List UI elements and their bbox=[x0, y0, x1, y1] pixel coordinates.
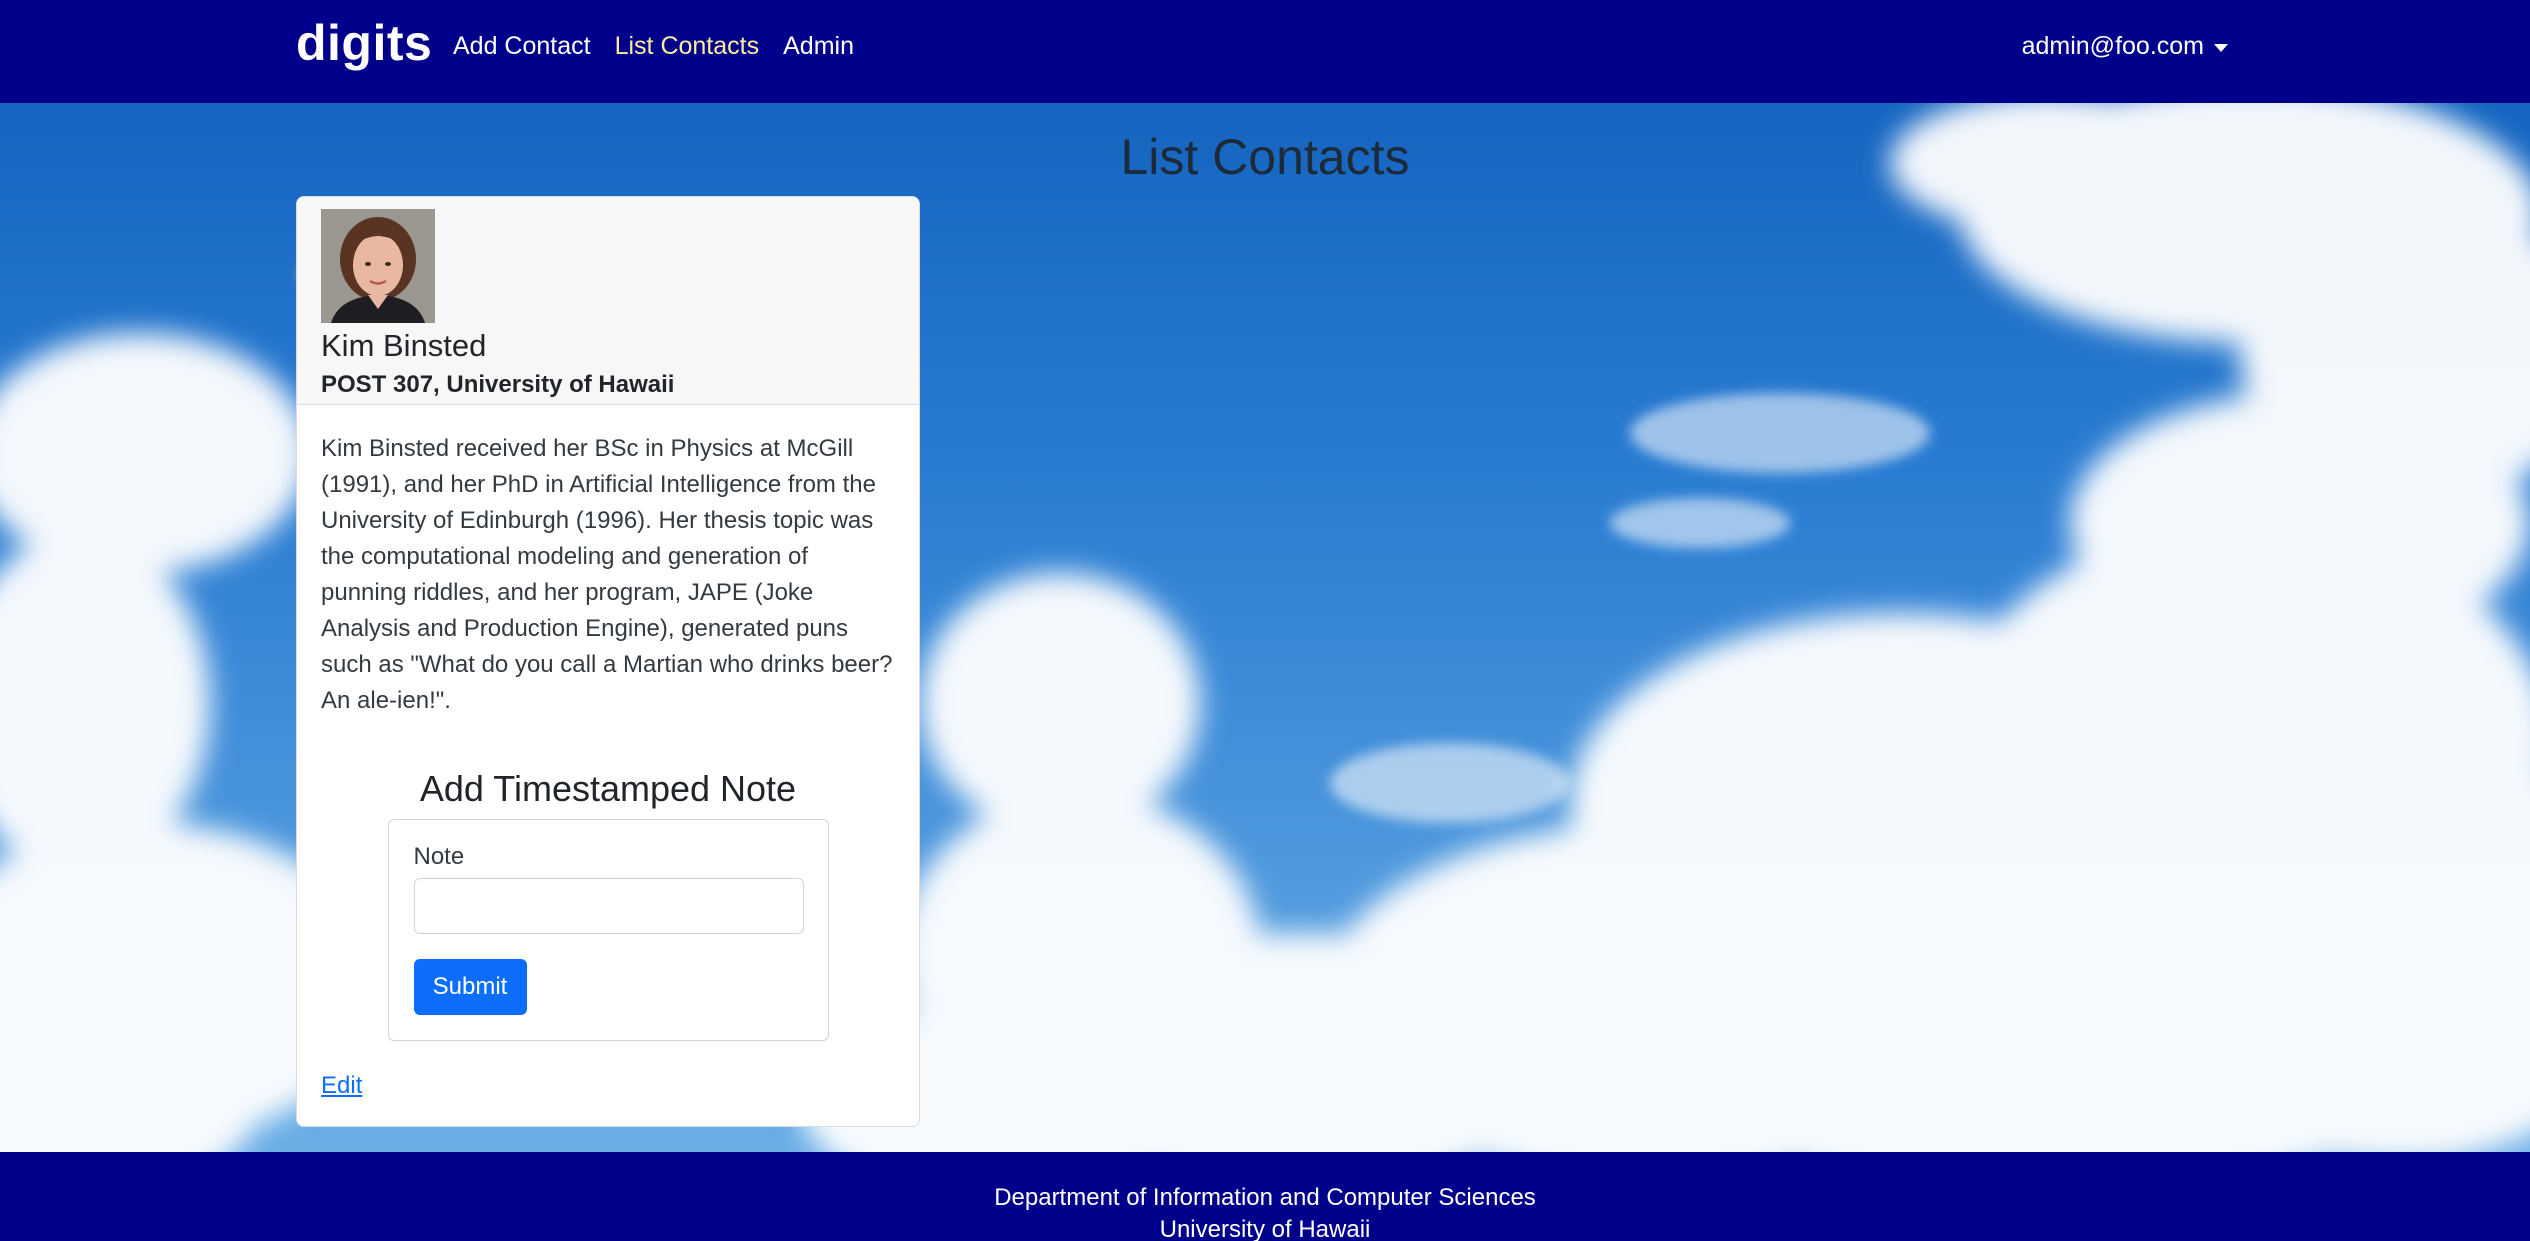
contact-name: Kim Binsted bbox=[321, 328, 487, 363]
contact-card: Kim Binsted POST 307, University of Hawa… bbox=[296, 196, 920, 1127]
contact-avatar bbox=[321, 209, 435, 323]
add-note-title: Add Timestamped Note bbox=[419, 768, 797, 809]
footer-department: Department of Information and Computer S… bbox=[994, 1184, 1536, 1211]
page-title: List Contacts bbox=[1120, 129, 1410, 185]
nav-link-add-contact[interactable]: Add Contact bbox=[453, 32, 591, 61]
nav-link-admin[interactable]: Admin bbox=[783, 32, 854, 61]
user-dropdown[interactable]: admin@foo.com bbox=[2022, 32, 2228, 61]
note-input[interactable] bbox=[413, 878, 804, 934]
add-note-section: Add Timestamped Note Note Submit bbox=[321, 767, 895, 1041]
portrait-image bbox=[321, 209, 435, 323]
submit-button[interactable]: Submit bbox=[413, 959, 527, 1015]
footer: Department of Information and Computer S… bbox=[0, 1152, 2530, 1241]
contact-description: Kim Binsted received her BSc in Physics … bbox=[321, 435, 893, 714]
add-note-form: Note Submit bbox=[387, 819, 829, 1041]
nav-links: Add Contact List Contacts Admin bbox=[453, 32, 854, 61]
top-navbar: digits Add Contact List Contacts Admin a… bbox=[0, 0, 2530, 103]
card-header: Kim Binsted POST 307, University of Hawa… bbox=[297, 197, 919, 405]
note-label: Note bbox=[413, 843, 465, 870]
nav-link-list-contacts[interactable]: List Contacts bbox=[615, 32, 760, 61]
caret-down-icon bbox=[2214, 43, 2228, 52]
edit-link[interactable]: Edit bbox=[321, 1072, 362, 1100]
card-body: Kim Binsted received her BSc in Physics … bbox=[297, 405, 919, 1041]
user-email: admin@foo.com bbox=[2021, 32, 2204, 60]
brand-logo[interactable]: digits bbox=[296, 14, 432, 72]
footer-university: University of Hawaii bbox=[1159, 1216, 1371, 1241]
contact-address: POST 307, University of Hawaii bbox=[321, 371, 675, 398]
